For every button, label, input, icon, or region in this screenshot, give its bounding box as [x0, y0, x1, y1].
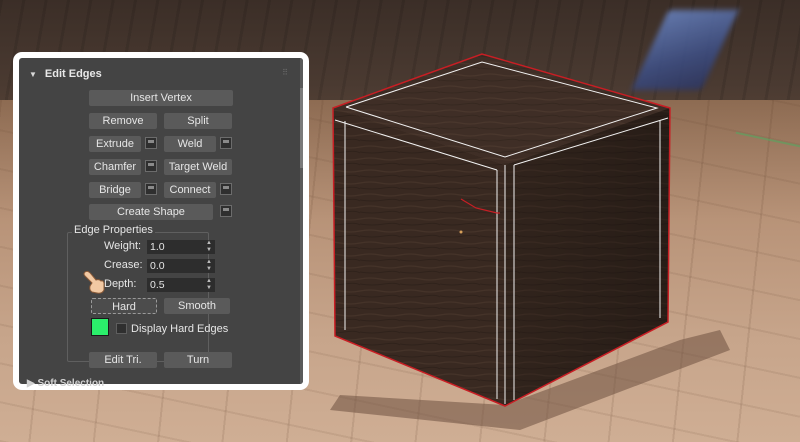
depth-spinner[interactable]: 0.5 ▲ ▼ [147, 278, 215, 292]
next-rollout-title: Soft Selection [37, 378, 105, 388]
crease-spinner[interactable]: 0.0 ▲ ▼ [147, 259, 215, 273]
hard-edge-color-swatch[interactable] [91, 318, 109, 336]
chamfer-settings-icon[interactable] [145, 160, 157, 172]
hard-button[interactable]: Hard [91, 298, 157, 314]
scrollbar-thumb[interactable] [300, 88, 303, 168]
connect-settings-icon[interactable] [220, 183, 232, 195]
drag-handle-icon[interactable]: ⠿ [282, 68, 288, 77]
remove-button[interactable]: Remove [89, 113, 157, 129]
turn-button[interactable]: Turn [164, 352, 232, 368]
extrude-settings-icon[interactable] [145, 137, 157, 149]
rollout-title: Edit Edges [44, 68, 102, 80]
chamfer-button[interactable]: Chamfer [89, 159, 141, 175]
spinner-arrows-icon[interactable]: ▲ ▼ [206, 278, 212, 292]
edit-tri-button[interactable]: Edit Tri. [89, 352, 157, 368]
display-hard-edges-checkbox[interactable] [116, 323, 127, 334]
edge-properties-title: Edge Properties [72, 224, 155, 236]
insert-vertex-button[interactable]: Insert Vertex [89, 90, 233, 106]
weight-spinner[interactable]: 1.0 ▲ ▼ [147, 240, 215, 254]
crease-value[interactable]: 0.0 [150, 260, 165, 272]
bridge-button[interactable]: Bridge [89, 182, 141, 198]
create-shape-button[interactable]: Create Shape [89, 204, 213, 220]
weld-button[interactable]: Weld [164, 136, 216, 152]
rollout-header[interactable]: ▼ Edit Edges ⠿ [23, 62, 293, 86]
spinner-arrows-icon[interactable]: ▲ ▼ [206, 240, 212, 254]
extrude-button[interactable]: Extrude [89, 136, 141, 152]
bridge-settings-icon[interactable] [145, 183, 157, 195]
hand-pointer-icon [83, 270, 105, 294]
display-hard-edges-label: Display Hard Edges [131, 323, 229, 335]
split-button[interactable]: Split [164, 113, 232, 129]
weight-value[interactable]: 1.0 [150, 241, 165, 253]
create-shape-settings-icon[interactable] [220, 205, 232, 217]
spinner-arrows-icon[interactable]: ▲ ▼ [206, 259, 212, 273]
weld-settings-icon[interactable] [220, 137, 232, 149]
next-rollout-header[interactable]: ▶ Soft Selection [19, 378, 303, 388]
weight-label: Weight: [104, 240, 142, 252]
target-weld-button[interactable]: Target Weld [164, 159, 232, 175]
expand-triangle-icon[interactable]: ▼ [29, 70, 37, 79]
connect-button[interactable]: Connect [164, 182, 216, 198]
depth-value[interactable]: 0.5 [150, 279, 165, 291]
expand-triangle-icon[interactable]: ▶ [27, 378, 35, 388]
smooth-button[interactable]: Smooth [164, 298, 230, 314]
